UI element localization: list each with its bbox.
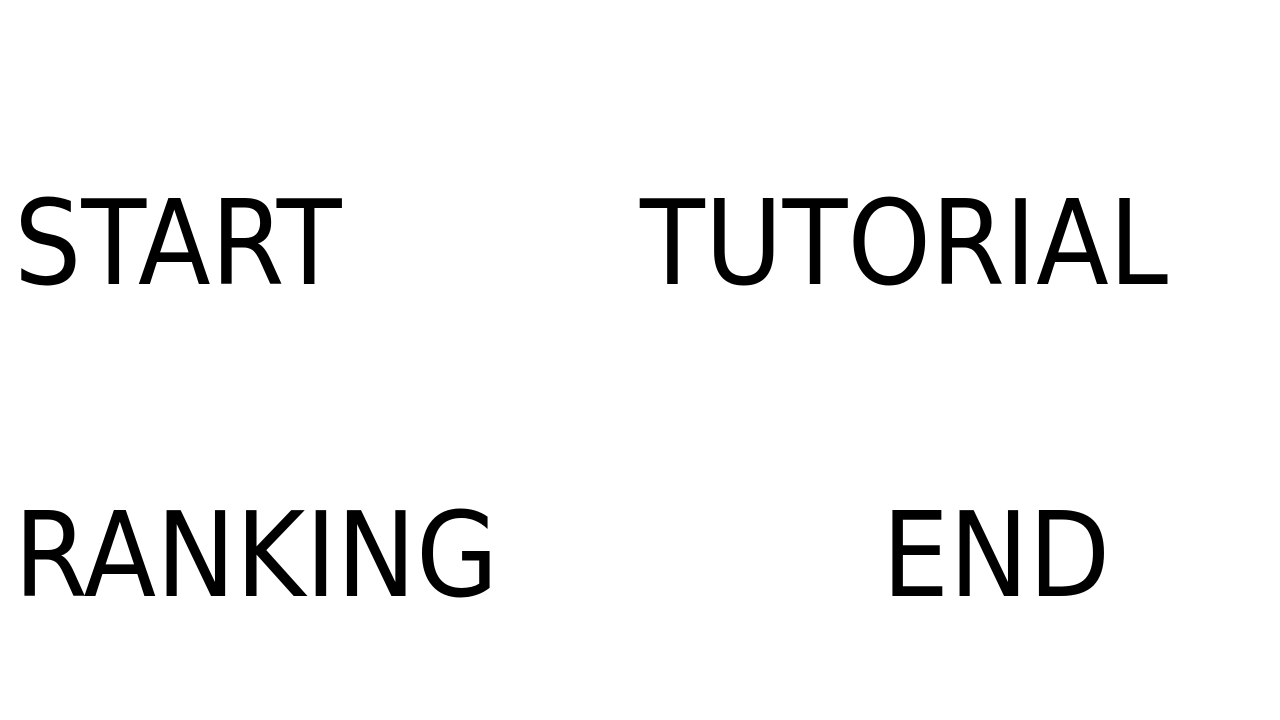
- tutorial-button[interactable]: TUTORIAL: [640, 184, 1168, 302]
- ranking-button[interactable]: RANKING: [14, 496, 498, 614]
- title-menu-screen: START TUTORIAL RANKING END: [0, 0, 1280, 720]
- start-button[interactable]: START: [14, 184, 342, 302]
- end-button[interactable]: END: [882, 496, 1110, 614]
